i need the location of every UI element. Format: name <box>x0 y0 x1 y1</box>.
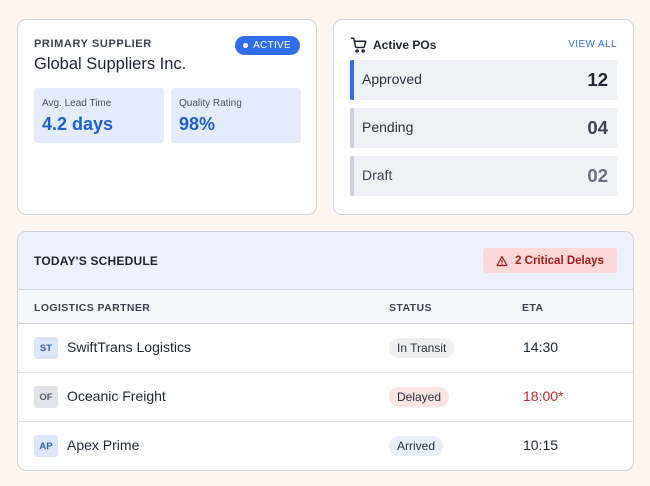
schedule-header: TODAY'S SCHEDULE 2 Critical Delays <box>18 232 633 290</box>
status-dot-icon <box>243 43 249 48</box>
active-pos-card: Active POs VIEW ALL Approved 12 Pending … <box>333 19 634 215</box>
table-row[interactable]: OF Oceanic Freight Delayed 18:00* <box>18 373 633 422</box>
po-label: Draft <box>362 167 393 183</box>
po-indicator-bar <box>350 156 354 196</box>
table-row[interactable]: AP Apex Prime Arrived 10:15 <box>18 422 633 470</box>
supplier-kicker: PRIMARY SUPPLIER <box>34 38 152 50</box>
schedule-column-headers: LOGISTICS PARTNER STATUS ETA <box>18 290 633 324</box>
quality-rating-value: 98% <box>179 114 216 134</box>
lead-time-value: 4.2 days <box>42 114 114 134</box>
partner-avatar: ST <box>34 337 58 359</box>
view-all-link[interactable]: VIEW ALL <box>568 39 617 50</box>
column-header-status: STATUS <box>389 302 432 314</box>
eta-value: 18:00* <box>523 388 564 404</box>
po-row-pending[interactable]: Pending 04 <box>350 108 617 148</box>
partner-avatar: AP <box>34 435 58 457</box>
column-header-partner: LOGISTICS PARTNER <box>34 302 151 314</box>
eta-value: 14:30 <box>523 339 559 355</box>
status-badge: Arrived <box>389 436 444 456</box>
partner-name: Oceanic Freight <box>67 388 166 404</box>
status-badge: Delayed <box>389 387 450 407</box>
po-count: 12 <box>587 69 608 90</box>
active-pos-title: Active POs <box>373 38 437 52</box>
active-status-badge: ACTIVE <box>235 36 300 55</box>
critical-delays-badge[interactable]: 2 Critical Delays <box>483 248 617 273</box>
lead-time-label: Avg. Lead Time <box>42 98 112 109</box>
supplier-name: Global Suppliers Inc. <box>34 55 187 73</box>
critical-delays-label: 2 Critical Delays <box>515 254 604 267</box>
table-row[interactable]: ST SwiftTrans Logistics In Transit 14:30 <box>18 324 633 373</box>
po-label: Pending <box>362 119 414 135</box>
po-count: 04 <box>587 117 608 138</box>
primary-supplier-card: PRIMARY SUPPLIER ACTIVE Global Suppliers… <box>17 19 317 215</box>
quality-rating-label: Quality Rating <box>179 98 242 109</box>
cart-icon <box>350 37 367 53</box>
po-count: 02 <box>587 165 608 186</box>
po-indicator-bar <box>350 108 354 148</box>
partner-name: Apex Prime <box>67 437 140 453</box>
lead-time-metric: Avg. Lead Time 4.2 days <box>34 88 164 143</box>
status-badge: In Transit <box>389 338 455 358</box>
partner-name: SwiftTrans Logistics <box>67 339 191 355</box>
todays-schedule-card: TODAY'S SCHEDULE 2 Critical Delays LOGIS… <box>17 231 634 471</box>
column-header-eta: ETA <box>522 302 544 314</box>
active-status-label: ACTIVE <box>253 40 291 51</box>
po-row-approved[interactable]: Approved 12 <box>350 60 617 100</box>
schedule-title: TODAY'S SCHEDULE <box>34 254 159 268</box>
quality-rating-metric: Quality Rating 98% <box>171 88 301 143</box>
warning-icon <box>496 255 508 266</box>
po-row-draft[interactable]: Draft 02 <box>350 156 617 196</box>
partner-avatar: OF <box>34 386 58 408</box>
po-label: Approved <box>362 71 422 87</box>
eta-value: 10:15 <box>523 437 559 453</box>
po-indicator-bar <box>350 60 354 100</box>
